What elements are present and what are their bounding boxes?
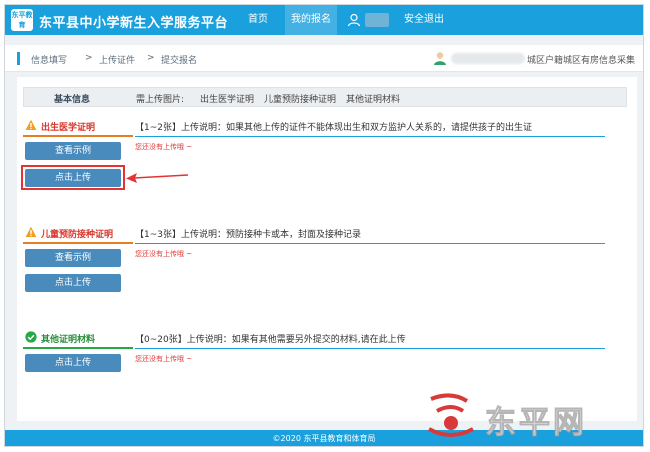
user-name-redacted — [365, 13, 389, 27]
top-header: 东平教育 东平县中小学新生入学服务平台 首页 我的报名 安全退出 — [5, 5, 643, 35]
platform-logo: 东平教育 — [11, 9, 33, 31]
avatar-icon — [434, 52, 446, 65]
breadcrumb-marker — [17, 52, 20, 65]
nav-home[interactable]: 首页 — [248, 5, 268, 35]
empty-upload-hint: 您还没有上传哦 ~ — [135, 143, 193, 151]
upload-instructions: 【0~20张】上传说明：如果有其他需要另外提交的材料,请在此上传 — [135, 335, 406, 345]
breadcrumb: 信息填写 > 上传证件 > 提交报名 城区户籍城区有房信息采集 — [5, 45, 643, 72]
basic-info-row: 基本信息 需上传图片: 出生医学证明 儿童预防接种证明 其他证明材料 — [23, 87, 627, 107]
divider — [135, 136, 605, 137]
warning-icon — [25, 226, 37, 237]
divider — [135, 243, 605, 244]
breadcrumb-separator: > — [85, 53, 93, 63]
breadcrumb-step-info[interactable]: 信息填写 — [31, 53, 67, 66]
required-item: 出生医学证明 — [200, 95, 255, 105]
nav-logout[interactable]: 安全退出 — [404, 5, 444, 35]
view-example-button[interactable]: 查看示例 — [25, 142, 121, 160]
breadcrumb-separator: > — [147, 53, 155, 63]
arrow-annotation-icon — [126, 173, 189, 183]
registration-category: 城区户籍城区有房信息采集 — [527, 56, 636, 66]
view-example-button[interactable]: 查看示例 — [25, 249, 121, 267]
user-info-redacted — [451, 53, 525, 64]
empty-upload-hint: 您还没有上传哦 ~ — [135, 250, 193, 258]
user-icon — [347, 13, 361, 27]
watermark-text: 东平网 — [485, 405, 587, 442]
watermark: 东平网 — [423, 389, 643, 442]
divider — [135, 348, 605, 349]
watermark-logo-icon — [428, 393, 474, 437]
need-upload-label: 需上传图片: — [136, 95, 185, 105]
upload-card: 基本信息 需上传图片: 出生医学证明 儿童预防接种证明 其他证明材料 出生医学证… — [17, 77, 637, 421]
breadcrumb-step-submit[interactable]: 提交报名 — [161, 53, 197, 66]
required-item: 其他证明材料 — [346, 95, 401, 105]
upload-instructions: 【1~2张】上传说明：如果其他上传的证件不能体现出生和双方监护人关系的，请提供孩… — [135, 123, 532, 133]
check-circle-icon — [25, 331, 37, 343]
upload-button[interactable]: 点击上传 — [25, 354, 121, 372]
empty-upload-hint: 您还没有上传哦 ~ — [135, 355, 193, 363]
section-title: 出生医学证明 — [23, 117, 133, 137]
upload-button[interactable]: 点击上传 — [25, 274, 121, 292]
section-title: 其他证明材料 — [23, 329, 133, 349]
required-item: 儿童预防接种证明 — [264, 95, 337, 105]
breadcrumb-step-upload[interactable]: 上传证件 — [99, 53, 135, 66]
app-frame: 东平教育 东平县中小学新生入学服务平台 首页 我的报名 安全退出 信息填写 > … — [4, 4, 644, 447]
warning-icon — [25, 119, 37, 130]
site-title: 东平县中小学新生入学服务平台 — [39, 16, 229, 31]
upload-instructions: 【1~3张】上传说明：预防接种卡或本，封面及接种记录 — [135, 230, 361, 240]
basic-info-title: 基本信息 — [54, 95, 91, 105]
section-title: 儿童预防接种证明 — [23, 224, 133, 244]
highlight-box — [21, 165, 125, 190]
nav-my-registration[interactable]: 我的报名 — [285, 5, 337, 35]
